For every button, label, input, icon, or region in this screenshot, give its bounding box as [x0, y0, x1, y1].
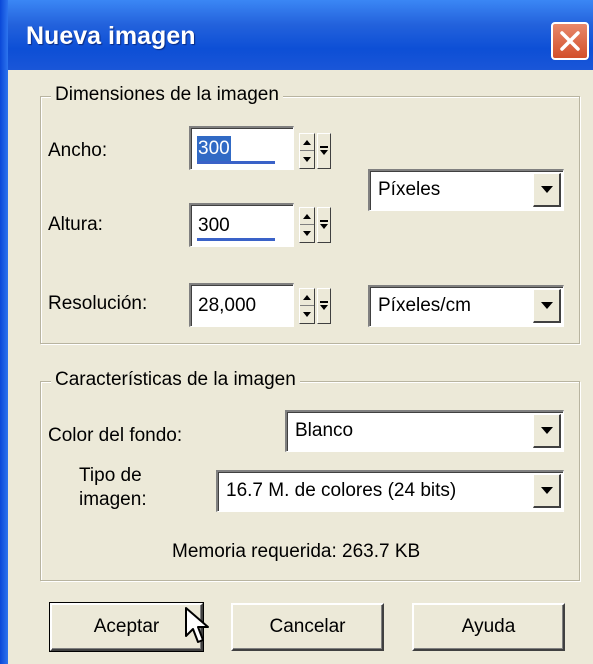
height-slider-button[interactable] [317, 207, 331, 243]
close-button[interactable] [551, 22, 589, 60]
height-label: Altura: [48, 214, 103, 235]
image-type-label-line1: Tipo de [79, 465, 142, 486]
width-slider-button[interactable] [317, 133, 331, 169]
slider-popup-icon [320, 301, 328, 310]
resolution-unit-dropdown-button[interactable] [533, 289, 561, 323]
width-label: Ancho: [48, 140, 108, 161]
height-value: 300 [198, 215, 230, 236]
close-icon [560, 31, 580, 51]
resolution-spin-up[interactable] [300, 289, 314, 306]
dimensions-legend: Dimensiones de la imagen [51, 84, 283, 106]
ok-button-label: Aceptar [93, 616, 160, 637]
help-button-label: Ayuda [461, 616, 516, 637]
height-spin-up[interactable] [300, 208, 314, 225]
size-unit-value: Píxeles [378, 179, 441, 200]
resolution-spin-down[interactable] [300, 306, 314, 323]
mouse-cursor-icon [185, 607, 209, 643]
width-spin-down[interactable] [300, 151, 314, 168]
height-input[interactable]: 300 [189, 203, 294, 247]
up-arrow-icon [303, 213, 311, 219]
background-color-value: Blanco [295, 420, 354, 441]
down-arrow-icon [303, 312, 311, 317]
ok-button[interactable]: Aceptar [49, 602, 204, 652]
background-window-edge [0, 0, 8, 664]
chevron-down-icon [540, 302, 553, 309]
title-bar[interactable]: Nueva imagen [8, 0, 593, 70]
background-color-dropdown-button[interactable] [533, 414, 561, 448]
cancel-button-label: Cancelar [269, 616, 346, 637]
chevron-down-icon [540, 427, 553, 434]
memory-required: Memoria requerida: 263.7 KB [172, 541, 421, 562]
down-arrow-icon [303, 231, 311, 236]
up-arrow-icon [303, 139, 311, 145]
background-color-dropdown[interactable]: Blanco [285, 410, 564, 452]
resolution-label: Resolución: [48, 293, 148, 314]
resolution-unit-value: Píxeles/cm [378, 295, 471, 316]
dialog-title: Nueva imagen [26, 22, 196, 50]
height-spinner[interactable] [299, 207, 315, 243]
resolution-input[interactable]: 28,000 [189, 283, 294, 327]
image-type-dropdown[interactable]: 16.7 M. de colores (24 bits) [216, 470, 564, 512]
image-type-value: 16.7 M. de colores (24 bits) [226, 480, 457, 501]
width-input[interactable]: 300 [189, 126, 294, 170]
slider-popup-icon [320, 146, 328, 155]
chevron-down-icon [540, 186, 553, 193]
resolution-spinner[interactable] [299, 288, 315, 324]
slider-popup-icon [320, 220, 328, 229]
width-spin-up[interactable] [300, 134, 314, 151]
resolution-slider-button[interactable] [317, 288, 331, 324]
cancel-button[interactable]: Cancelar [231, 603, 384, 651]
up-arrow-icon [303, 294, 311, 300]
help-button[interactable]: Ayuda [412, 603, 565, 651]
background-color-label: Color del fondo: [48, 425, 183, 446]
down-arrow-icon [303, 157, 311, 162]
characteristics-legend: Características de la imagen [51, 369, 300, 391]
size-unit-dropdown-button[interactable] [533, 173, 561, 207]
new-image-dialog: Nueva imagen Dimensiones de la imagen An… [8, 0, 593, 664]
image-type-dropdown-button[interactable] [533, 474, 561, 508]
height-spin-down[interactable] [300, 225, 314, 242]
width-indicator [197, 161, 275, 164]
width-spinner[interactable] [299, 133, 315, 169]
width-value: 300 [197, 136, 231, 162]
chevron-down-icon [540, 487, 553, 494]
size-unit-dropdown[interactable]: Píxeles [368, 169, 564, 211]
resolution-value: 28,000 [198, 295, 257, 316]
resolution-unit-dropdown[interactable]: Píxeles/cm [368, 285, 564, 327]
height-indicator [197, 238, 275, 241]
image-type-label-line2: imagen: [79, 489, 147, 510]
